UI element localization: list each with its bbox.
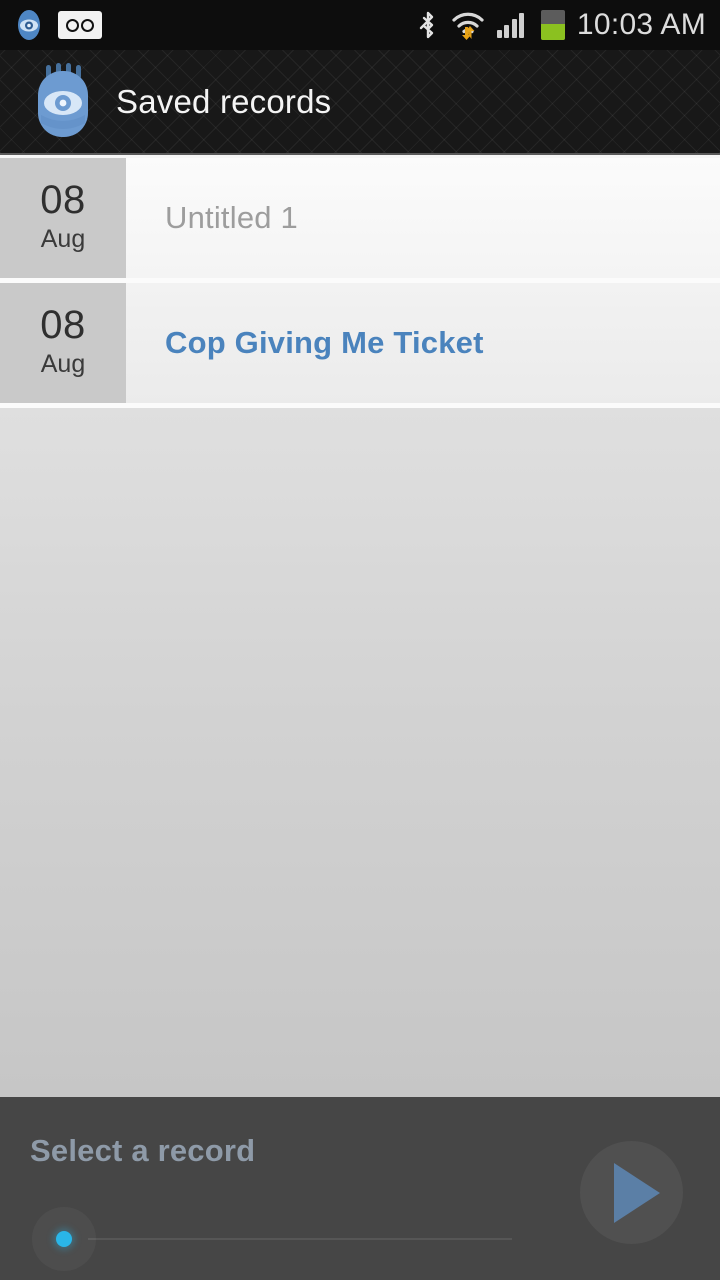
seek-thumb[interactable]: [56, 1231, 72, 1247]
hamsa-eye-icon: [32, 62, 94, 141]
voicemail-icon: [58, 11, 102, 39]
status-bar-right-icons: 10:03 AM: [417, 10, 720, 40]
player-status-label: Select a record: [30, 1133, 256, 1168]
table-row[interactable]: 08 Aug Untitled 1: [0, 158, 720, 283]
seek-track[interactable]: [88, 1238, 512, 1240]
wifi-icon: [451, 10, 485, 40]
record-day: 08: [40, 303, 86, 348]
app-header: Saved records: [0, 50, 720, 155]
record-month: Aug: [40, 350, 86, 379]
record-title: Untitled 1: [165, 200, 298, 235]
page-title: Saved records: [116, 82, 332, 120]
app-eye-icon: [14, 8, 44, 42]
record-body[interactable]: Untitled 1: [126, 158, 720, 278]
play-button[interactable]: [580, 1141, 683, 1244]
record-body[interactable]: Cop Giving Me Ticket: [126, 283, 720, 403]
signal-icon: [496, 12, 529, 38]
status-bar-left-icons: [0, 8, 102, 42]
seek-bar[interactable]: [0, 1207, 540, 1271]
battery-icon: [540, 10, 565, 40]
status-bar: 10:03 AM: [0, 0, 720, 50]
saved-records-list: 08 Aug Untitled 1 08 Aug Cop Giving Me T…: [0, 155, 720, 1097]
record-month: Aug: [40, 225, 86, 254]
record-day: 08: [40, 178, 86, 223]
record-date-badge: 08 Aug: [0, 158, 126, 278]
table-row[interactable]: 08 Aug Cop Giving Me Ticket: [0, 283, 720, 408]
phone-screen: 10:03 AM Saved records 08 Aug Untitled 1…: [0, 0, 720, 1280]
play-icon: [613, 1162, 660, 1223]
record-title: Cop Giving Me Ticket: [165, 325, 484, 360]
player-bar: Select a record: [0, 1097, 720, 1280]
status-bar-clock: 10:03 AM: [576, 8, 706, 41]
record-date-badge: 08 Aug: [0, 283, 126, 403]
bluetooth-icon: [417, 10, 439, 40]
